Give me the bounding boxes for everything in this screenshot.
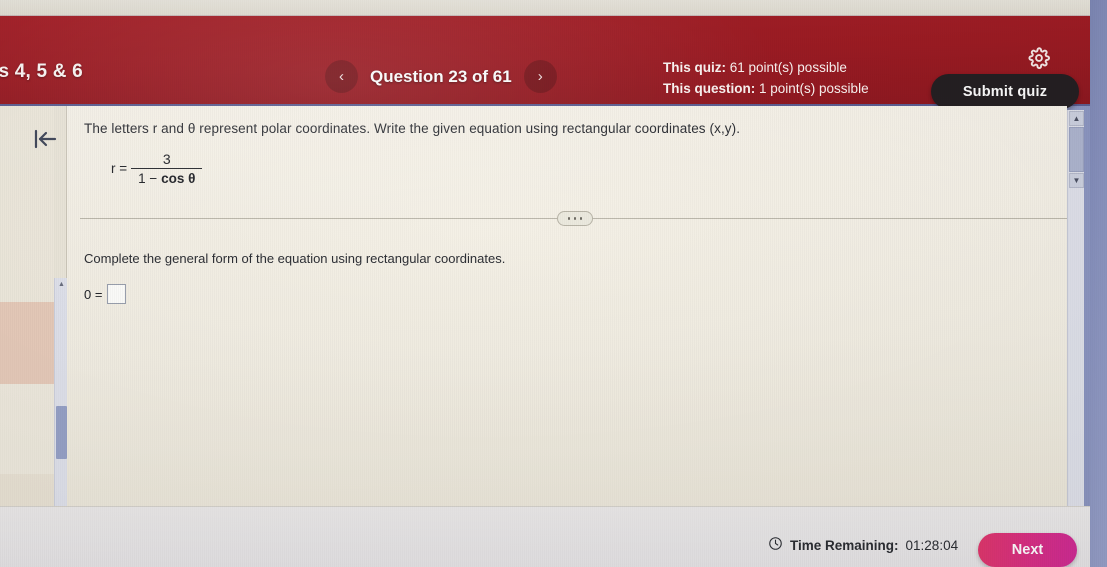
left-navigation-rail: ▲ ▼	[0, 106, 67, 567]
fraction-denominator: 1 − cos θ	[131, 169, 202, 186]
chevron-right-icon: ›	[537, 68, 543, 85]
submit-quiz-button[interactable]: Submit quiz	[931, 74, 1079, 109]
collapse-panel-icon[interactable]	[30, 126, 60, 152]
browser-top-strip	[0, 0, 1090, 16]
polar-equation: r = 3 1 − cos θ	[111, 151, 203, 186]
equation-lhs: r =	[111, 161, 128, 177]
clock-icon	[768, 536, 783, 554]
caret-up-icon[interactable]: ▲	[1069, 111, 1084, 126]
gear-icon[interactable]	[1028, 47, 1050, 69]
rail-segment-highlighted[interactable]	[0, 302, 54, 384]
denominator-operator: 1 −	[138, 171, 158, 187]
dot-1	[567, 217, 571, 220]
quiz-footer-bar: Time Remaining: 01:28:04 Next	[0, 506, 1090, 567]
answer-lhs-label: 0 =	[84, 286, 103, 302]
quiz-application-window: ts 4, 5 & 6 ‹ Question 23 of 61 › This q…	[0, 0, 1107, 567]
fraction-numerator: 3	[162, 151, 171, 167]
equation-fraction: 3 1 − cos θ	[131, 151, 203, 186]
dot-2	[573, 217, 577, 220]
ellipsis-button-icon[interactable]	[557, 211, 593, 226]
points-summary: This quiz: 61 point(s) possible This que…	[663, 58, 869, 100]
left-scrollbar-thumb[interactable]	[56, 406, 67, 459]
answer-entry-row: 0 =	[84, 284, 127, 304]
question-content-panel: The letters r and θ represent polar coor…	[67, 106, 1080, 506]
time-remaining-label: Time Remaining:	[790, 537, 899, 553]
denominator-term: cos θ	[161, 171, 196, 187]
question-points-label: This question:	[663, 80, 756, 96]
time-remaining: Time Remaining: 01:28:04	[768, 536, 958, 554]
desktop-right-edge	[1090, 0, 1107, 567]
next-button[interactable]: Next	[978, 533, 1077, 567]
rail-segment-middle	[0, 384, 54, 474]
content-scrollbar[interactable]: ▲ ▼	[1067, 110, 1084, 506]
caret-down-icon[interactable]: ▼	[1069, 173, 1084, 188]
answer-prompt: Complete the general form of the equatio…	[84, 251, 506, 266]
question-navigation: ‹ Question 23 of 61 ›	[325, 60, 557, 93]
question-points-value: 1 point(s) possible	[759, 80, 869, 96]
quiz-points-label: This quiz:	[663, 60, 726, 75]
question-statement: The letters r and θ represent polar coor…	[84, 121, 741, 136]
dot-3	[579, 217, 583, 220]
quiz-points-line: This quiz: 61 point(s) possible	[663, 58, 869, 79]
content-scrollbar-thumb[interactable]	[1069, 127, 1084, 172]
quiz-points-value: 61 point(s) possible	[729, 60, 847, 75]
question-counter-label: Question 23 of 61	[370, 66, 512, 86]
time-remaining-value: 01:28:04	[905, 537, 959, 553]
previous-question-button[interactable]: ‹	[325, 60, 358, 93]
chevron-left-icon: ‹	[339, 68, 344, 85]
quiz-header-bar: ts 4, 5 & 6 ‹ Question 23 of 61 › This q…	[0, 16, 1090, 109]
answer-input[interactable]	[107, 284, 127, 304]
quiz-title: ts 4, 5 & 6	[0, 61, 83, 82]
next-question-button[interactable]: ›	[523, 60, 557, 93]
question-points-line: This question: 1 point(s) possible	[663, 79, 869, 100]
